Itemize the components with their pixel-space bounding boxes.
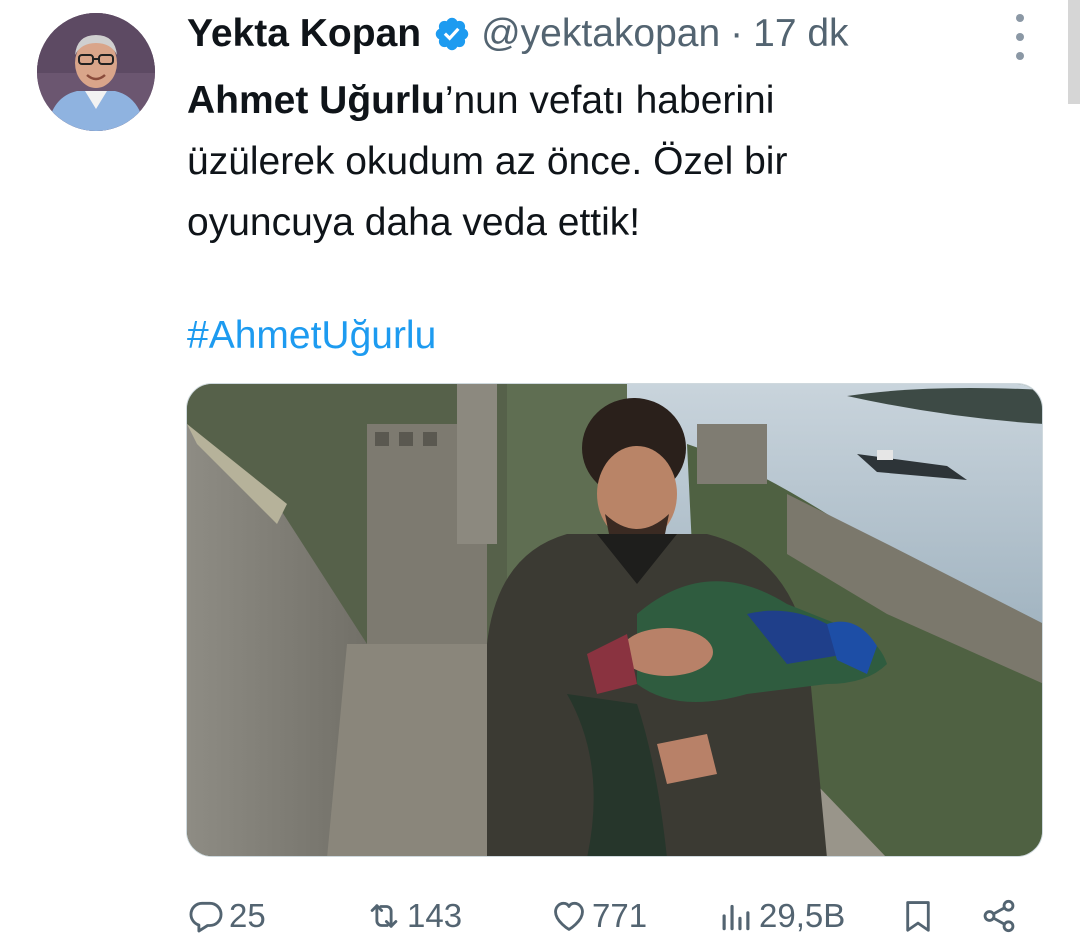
like-button[interactable]: 771 xyxy=(550,888,647,944)
action-bar: 25 143 771 29,5B xyxy=(187,888,1047,944)
hashtag-link[interactable]: #AhmetUğurlu xyxy=(187,305,436,366)
tweet-text-line-3: oyuncuya daha veda ettik! xyxy=(187,201,641,244)
avatar-image xyxy=(37,13,155,131)
tweet-photo[interactable] xyxy=(186,383,1043,857)
more-dot xyxy=(1016,52,1024,60)
views-button[interactable]: 29,5B xyxy=(717,888,845,944)
retweet-count: 143 xyxy=(407,897,463,934)
tweet-text-line-1: Ahmet Uğurlu’nun vefatı haberini xyxy=(187,70,1047,131)
share-button[interactable] xyxy=(980,888,1018,944)
bookmark-button[interactable] xyxy=(899,888,937,944)
heart-icon xyxy=(550,897,588,935)
tweet-header: Yekta Kopan @yektakopan · 17 dk xyxy=(187,8,849,60)
like-count: 771 xyxy=(592,897,648,934)
retweet-icon xyxy=(365,897,403,935)
more-dot xyxy=(1016,33,1024,41)
author-handle[interactable]: @yektakopan xyxy=(481,8,720,60)
views-count: 29,5B xyxy=(759,897,846,934)
author-name[interactable]: Yekta Kopan xyxy=(187,8,421,60)
reply-count: 25 xyxy=(229,897,266,934)
tweet-text-line-2: üzülerek okudum az önce. Özel bir xyxy=(187,140,788,183)
tweet-text: Ahmet Uğurlu’nun vefatı haberini üzülere… xyxy=(187,70,1047,253)
tweet-text-line-1-rest: ’nun vefatı haberini xyxy=(444,79,775,122)
more-options-icon[interactable] xyxy=(1008,14,1032,60)
share-icon xyxy=(980,897,1018,935)
bookmark-icon xyxy=(899,897,937,935)
reply-button[interactable]: 25 xyxy=(187,888,266,944)
views-chart-icon xyxy=(717,897,755,935)
avatar[interactable] xyxy=(37,13,155,131)
verified-badge-icon xyxy=(433,15,471,53)
scrollbar[interactable] xyxy=(1068,0,1080,104)
mention-bold: Ahmet Uğurlu xyxy=(187,79,445,122)
timestamp[interactable]: 17 dk xyxy=(753,8,848,60)
photo-image xyxy=(187,384,1042,856)
more-dot xyxy=(1016,14,1024,22)
reply-icon xyxy=(187,897,225,935)
retweet-button[interactable]: 143 xyxy=(365,888,462,944)
separator-dot: · xyxy=(730,12,744,55)
